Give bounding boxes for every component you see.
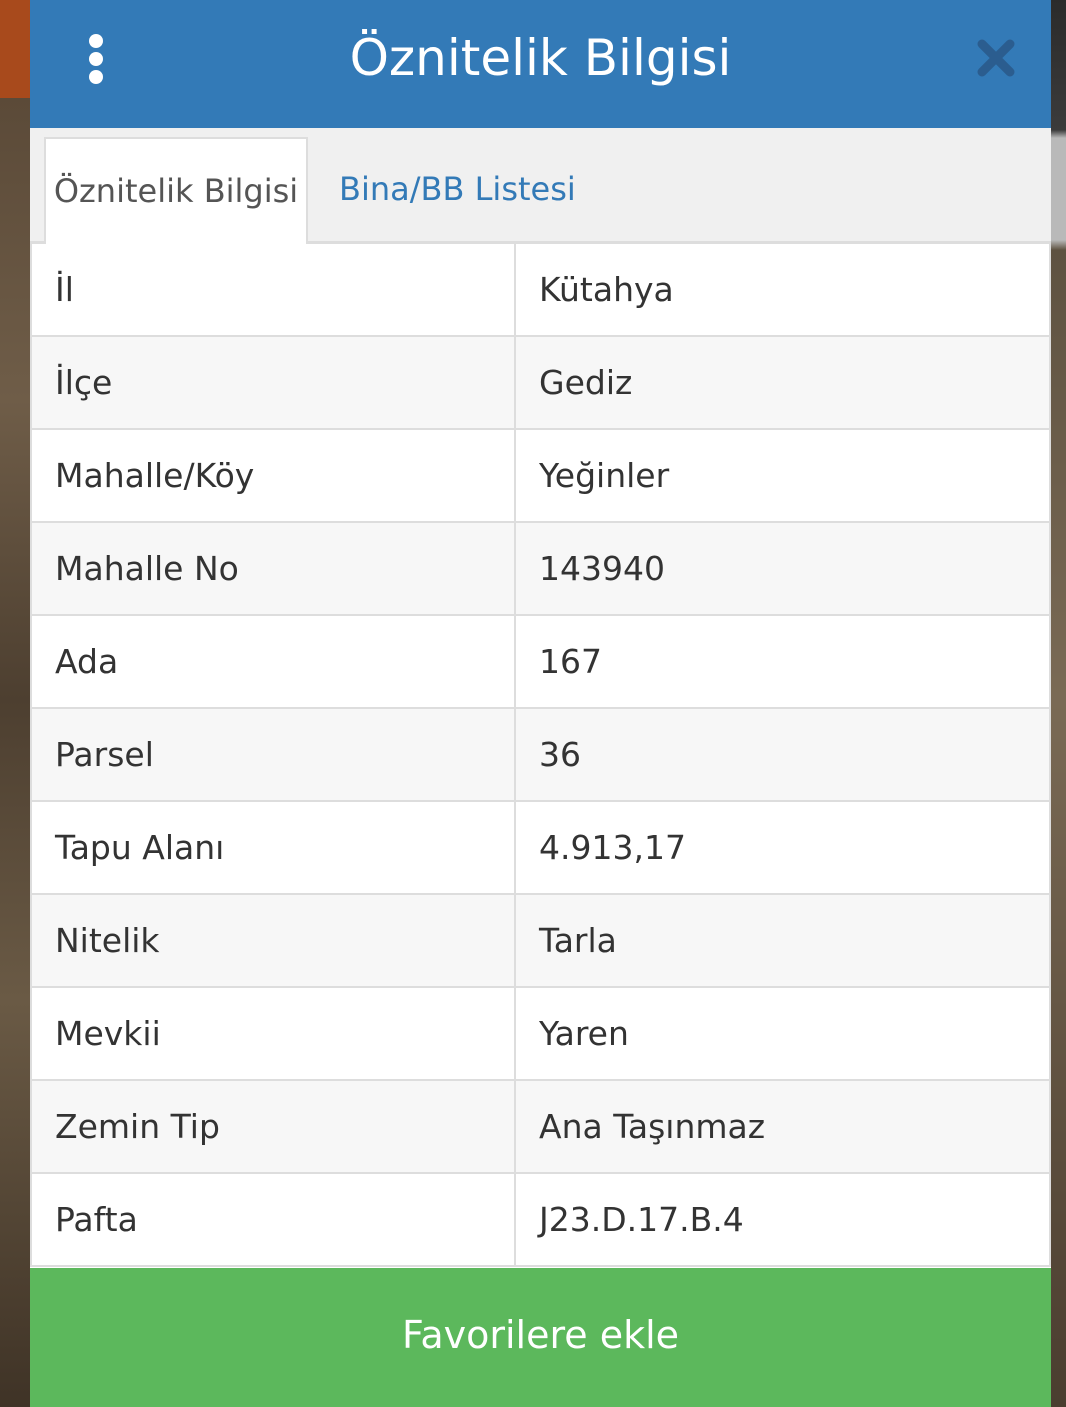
attribute-value: 143940 [539,549,665,588]
close-icon[interactable] [976,38,1016,78]
attribute-value: 36 [539,735,581,774]
attribute-key: Tapu Alanı [32,802,516,893]
attribute-key: Pafta [32,1174,516,1265]
attribute-panel: Öznitelik Bilgisi Öznitelik Bilgisi Bina… [30,0,1051,1407]
attribute-key: Ada [32,616,516,707]
attribute-value: Tarla [539,921,617,960]
table-row: Mahalle No 143940 [32,523,1049,616]
table-row: İl Kütahya [32,244,1049,337]
table-row: Mahalle/Köy Yeğinler [32,430,1049,523]
attribute-key: İlçe [32,337,516,428]
attribute-key: Mahalle/Köy [32,430,516,521]
table-row: Parsel 36 [32,709,1049,802]
table-row: Zemin Tip Ana Taşınmaz [32,1081,1049,1174]
tab-oznitelik-bilgisi[interactable]: Öznitelik Bilgisi [44,137,308,245]
attribute-value: 167 [539,642,602,681]
attribute-key: Nitelik [32,895,516,986]
tab-bar: Öznitelik Bilgisi Bina/BB Listesi [30,128,1051,245]
attribute-value: Yaren [539,1014,629,1053]
table-row: Ada 167 [32,616,1049,709]
attribute-value: Ana Taşınmaz [539,1107,766,1146]
map-background-right [1051,0,1066,1407]
table-row: Nitelik Tarla [32,895,1049,988]
attribute-key: İl [32,244,516,335]
table-row: Tapu Alanı 4.913,17 [32,802,1049,895]
map-background-left [0,0,30,1407]
table-row: Mevkii Yaren [32,988,1049,1081]
attribute-value: J23.D.17.B.4 [539,1200,744,1239]
panel-header: Öznitelik Bilgisi [30,0,1051,128]
attribute-key: Mevkii [32,988,516,1079]
table-row: Pafta J23.D.17.B.4 [32,1174,1049,1267]
attribute-key: Mahalle No [32,523,516,614]
panel-title: Öznitelik Bilgisi [349,29,732,87]
tab-bina-bb-listesi[interactable]: Bina/BB Listesi [339,137,599,244]
attribute-value: 4.913,17 [539,828,686,867]
attribute-value: Yeğinler [539,456,670,495]
attribute-value: Kütahya [539,270,674,309]
attribute-key: Zemin Tip [32,1081,516,1172]
attribute-table: İl Kütahya İlçe Gediz Mahalle/Köy Yeğinler Mah… [30,244,1051,1267]
attribute-value: Gediz [539,363,633,402]
attribute-key: Parsel [32,709,516,800]
add-to-favorites-button[interactable]: Favorilere ekle [30,1268,1051,1407]
table-row: İlçe Gediz [32,337,1049,430]
